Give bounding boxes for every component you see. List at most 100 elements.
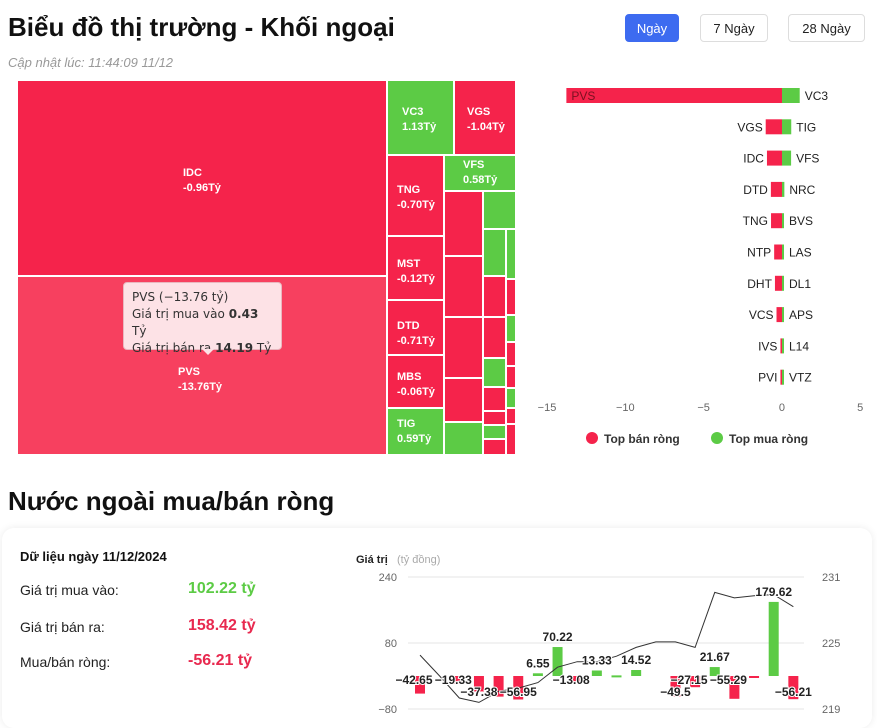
buy-bar — [532, 673, 543, 676]
updated-time: Cập nhật lúc: 11:44:09 11/12 — [8, 55, 174, 70]
treemap-cell[interactable] — [483, 229, 506, 276]
treemap-cell-vc3[interactable]: VC3 1.13Tỷ — [387, 80, 454, 155]
cell-code: VFS — [463, 159, 485, 171]
sell-bar-label: NTP — [747, 246, 771, 260]
treemap-cell[interactable] — [506, 342, 516, 366]
buy-bar-label: NRC — [789, 183, 815, 197]
treemap-cell[interactable] — [444, 317, 483, 378]
x-tick-label: −5 — [697, 402, 710, 414]
treemap-cell[interactable] — [444, 256, 483, 317]
treemap-cell-tng[interactable]: TNG -0.70Tỷ — [387, 155, 444, 236]
treemap-cell[interactable] — [506, 388, 516, 408]
sell-bar — [771, 213, 782, 229]
x-tick-label: 0 — [779, 402, 785, 414]
cell-code: VC3 — [402, 106, 424, 118]
treemap-cell[interactable] — [483, 276, 506, 317]
bar-data-label: −49.5 — [660, 685, 691, 699]
treemap-cell[interactable] — [506, 366, 516, 388]
tooltip-unit: Tỷ — [132, 324, 147, 338]
treemap-cell[interactable] — [506, 279, 516, 315]
sell-bar-label: PVS — [571, 89, 595, 103]
y2-tick-label: 225 — [822, 638, 840, 650]
buy-bar-label: DL1 — [789, 277, 811, 291]
sell-bar-label: TNG — [743, 214, 768, 228]
tooltip-sell: Giá trị bán ra 14.19 Tỷ — [132, 340, 273, 357]
bar-data-label: −56.95 — [500, 685, 537, 699]
sell-bar — [765, 119, 782, 135]
page-title: Biểu đồ thị trường - Khối ngoại — [8, 12, 395, 42]
cell-code: TIG — [397, 418, 416, 430]
cell-value: -0.71Tỷ — [397, 335, 435, 347]
treemap-cell[interactable] — [483, 358, 506, 387]
treemap-cell[interactable] — [483, 191, 516, 229]
top-net-bar-chart: PVS VGS IDC DTD TNG NTP DHT VCS IVS PVI VC3 TIG VFS N… — [538, 88, 863, 446]
bar-data-label: 70.22 — [543, 630, 573, 644]
treemap-cell-mbs[interactable]: MBS -0.06Tỷ — [387, 355, 444, 408]
tooltip-title: PVS (−13.76 tỷ) — [132, 290, 229, 304]
bar-data-label: −27.15 — [671, 673, 708, 687]
y-tick-label: 240 — [379, 572, 397, 584]
buy-bar-label: LAS — [789, 246, 812, 260]
buy-bar — [782, 150, 792, 166]
legend-marker — [586, 432, 598, 444]
y-axis-title: Giá trị — [356, 554, 388, 566]
sell-bar-label: DTD — [743, 183, 768, 197]
tab-day[interactable]: Ngày — [625, 14, 679, 42]
treemap-cell-tig[interactable]: TIG 0.59Tỷ — [387, 408, 444, 455]
y-tick-label: −80 — [378, 704, 397, 716]
treemap-cell-mst[interactable]: MST -0.12Tỷ — [387, 236, 444, 300]
sell-bar — [749, 676, 760, 678]
section-title: Nước ngoài mua/bán ròng — [8, 486, 335, 516]
x-tick-label: −15 — [538, 402, 557, 414]
treemap-cell[interactable] — [483, 425, 506, 439]
sell-bar-label: IDC — [743, 152, 764, 166]
sell-bar-label: VGS — [737, 120, 762, 134]
cell-value: 0.59Tỷ — [397, 433, 432, 445]
legend-label: Top mua ròng — [729, 432, 808, 446]
sell-bar-label: IVS — [758, 339, 777, 353]
treemap-cell[interactable] — [483, 411, 506, 425]
buy-bar-label: TIG — [796, 120, 816, 134]
buy-bar-label: BVS — [789, 214, 813, 228]
treemap-cell[interactable] — [506, 229, 516, 279]
treemap-tooltip: PVS (−13.76 tỷ) Giá trị mua vào 0.43 Tỷ … — [123, 282, 282, 355]
bar-data-label: −56.21 — [775, 685, 812, 699]
y-tick-label: 80 — [385, 638, 397, 650]
buy-bar-label: L14 — [789, 339, 809, 353]
treemap-cell[interactable] — [444, 191, 483, 256]
treemap-cell[interactable] — [506, 315, 516, 342]
sell-bar — [776, 307, 782, 323]
buy-bar-label: APS — [789, 308, 813, 322]
treemap-cell[interactable] — [444, 378, 483, 422]
date-label: Dữ liệu ngày 11/12/2024 — [20, 549, 167, 564]
tooltip-sell-label: Giá trị bán ra — [132, 341, 212, 355]
net-label: Mua/bán ròng: — [20, 654, 111, 670]
treemap-cell[interactable] — [483, 317, 506, 358]
buy-label: Giá trị mua vào: — [20, 582, 119, 598]
tab-7-days[interactable]: 7 Ngày — [700, 14, 768, 42]
buy-bar-label: VTZ — [789, 371, 812, 385]
buy-bar — [782, 213, 784, 229]
net-value: -56.21 tỷ — [188, 652, 253, 669]
bar-data-label: −13.08 — [553, 673, 590, 687]
treemap-cell[interactable] — [506, 424, 516, 455]
buy-bar — [782, 119, 792, 135]
cell-value: -13.76Tỷ — [178, 381, 223, 393]
tab-28-days[interactable]: 28 Ngày — [788, 14, 865, 42]
tooltip-buy-label: Giá trị mua vào — [132, 307, 225, 321]
x-tick-label: −10 — [616, 402, 635, 414]
sell-label: Giá trị bán ra: — [20, 619, 105, 635]
treemap-cell-vfs[interactable]: VFS 0.58Tỷ — [444, 155, 516, 191]
cell-value: -0.96Tỷ — [183, 182, 221, 194]
treemap-cell[interactable] — [506, 408, 516, 424]
cell-code: TNG — [397, 184, 421, 196]
treemap-cell[interactable] — [483, 439, 506, 455]
treemap-cell-dtd[interactable]: DTD -0.71Tỷ — [387, 300, 444, 355]
y-axis-unit: (tỷ đồng) — [397, 554, 440, 566]
cell-code: PVS — [178, 366, 201, 378]
sell-bar — [566, 88, 782, 103]
treemap-cell-vgs[interactable]: VGS -1.04Tỷ — [454, 80, 516, 155]
treemap-cell-idc[interactable]: IDC -0.96Tỷ — [17, 80, 387, 276]
treemap-cell[interactable] — [483, 387, 506, 411]
treemap-cell[interactable] — [444, 422, 483, 455]
